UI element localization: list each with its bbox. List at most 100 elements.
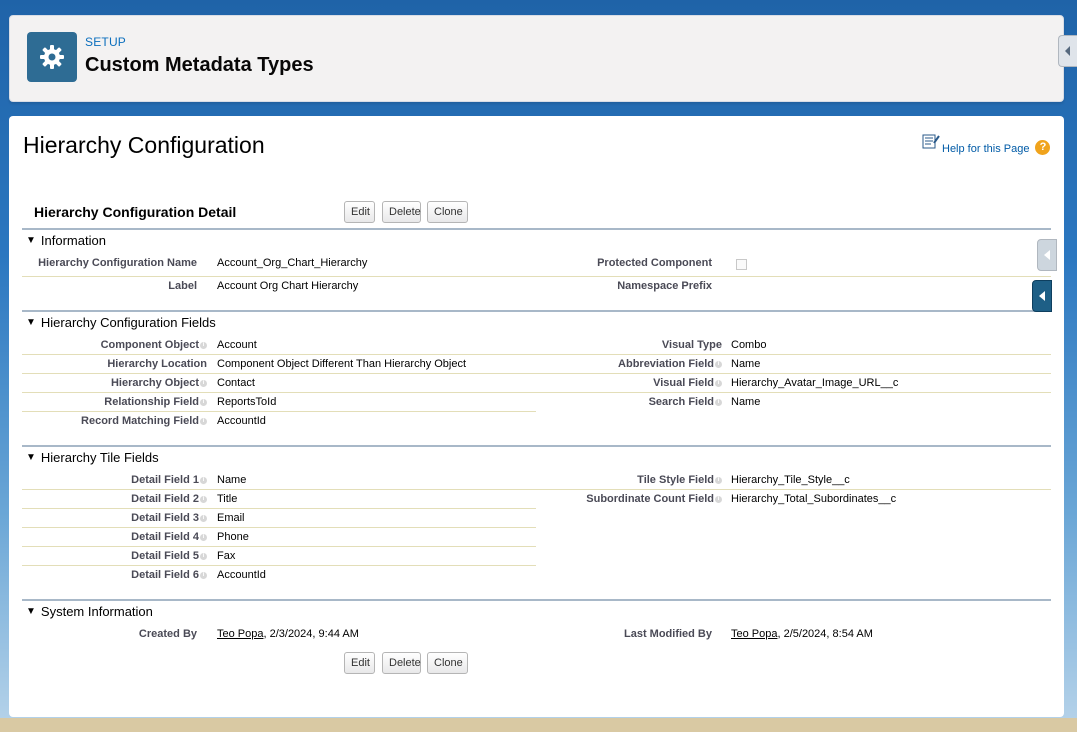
info-icon[interactable]: i (200, 341, 207, 349)
field-label: Search Field i (649, 396, 722, 408)
collapse-triangle-icon[interactable]: ▼ (26, 317, 36, 328)
field-label: Relationship Field i (104, 396, 207, 408)
field-label: Detail Field 1i (131, 474, 207, 486)
section-config-fields-header[interactable]: ▼ Hierarchy Configuration Fields (26, 315, 216, 330)
field-label: Detail Field 6i (131, 569, 207, 581)
gear-icon (27, 32, 77, 82)
field-label-text: Abbreviation Field (618, 358, 714, 370)
help-doc-icon (922, 134, 940, 155)
info-icon[interactable]: i (200, 379, 207, 387)
header-title: Custom Metadata Types (85, 54, 314, 76)
field-label-text: Detail Field 2 (131, 493, 199, 505)
created-date: , 2/3/2024, 9:44 AM (263, 628, 359, 640)
field-label: Protected Component (597, 257, 712, 269)
field-label: Hierarchy Location (107, 358, 207, 370)
field-label: Visual Field i (653, 377, 722, 389)
field-label-text: Relationship Field (104, 396, 199, 408)
info-icon[interactable]: i (200, 495, 207, 503)
info-icon[interactable]: i (715, 398, 722, 406)
detail-title: Hierarchy Configuration Detail (34, 204, 237, 220)
row-divider (536, 489, 1051, 490)
side-panel-toggle-top[interactable] (1058, 35, 1077, 67)
info-icon[interactable]: i (200, 417, 207, 425)
side-panel-toggle-light[interactable] (1037, 239, 1057, 271)
side-panel-toggle-dark[interactable] (1032, 280, 1052, 312)
info-icon[interactable]: i (715, 476, 722, 484)
info-icon[interactable]: i (200, 476, 207, 484)
field-label: Visual Type (662, 339, 722, 351)
info-icon[interactable]: i (200, 552, 207, 560)
delete-button[interactable]: Delete (382, 201, 421, 223)
field-value: Email (217, 512, 245, 524)
field-label-text: Search Field (648, 396, 714, 408)
field-value: Combo (731, 339, 767, 351)
field-label: Detail Field 4i (131, 531, 207, 543)
field-value: Title (217, 493, 238, 505)
field-label: Abbreviation Field i (618, 358, 722, 370)
row-divider (22, 392, 536, 393)
section-tile-fields-header[interactable]: ▼ Hierarchy Tile Fields (26, 450, 159, 465)
info-icon[interactable]: i (715, 379, 722, 387)
modified-date: , 2/5/2024, 8:54 AM (777, 628, 873, 640)
page-title: Hierarchy Configuration (23, 132, 265, 158)
row-divider (22, 508, 536, 509)
field-label: Detail Field 5i (131, 550, 207, 562)
clone-button-bottom[interactable]: Clone (427, 652, 468, 674)
section-divider (22, 228, 1051, 230)
field-value: Component Object Different Than Hierarch… (217, 358, 467, 370)
field-label: Hierarchy Object i (111, 377, 207, 389)
field-label: Subordinate Count Field i (586, 493, 722, 505)
field-value: Hierarchy_Avatar_Image_URL__c (731, 377, 899, 389)
info-icon[interactable]: i (200, 571, 207, 579)
row-divider (22, 411, 536, 412)
background-strip (0, 718, 1077, 732)
info-icon[interactable]: i (715, 495, 722, 503)
section-divider (22, 310, 1051, 312)
info-icon[interactable]: i (200, 398, 207, 406)
modified-by-user-link[interactable]: Teo Popa (731, 628, 777, 640)
row-divider (22, 565, 536, 566)
field-value: AccountId (217, 415, 266, 427)
field-label-text: Tile Style Field (637, 474, 714, 486)
clone-button[interactable]: Clone (427, 201, 468, 223)
info-icon[interactable]: i (200, 514, 207, 522)
row-divider (536, 354, 1051, 355)
setup-breadcrumb[interactable]: SETUP (85, 35, 126, 49)
section-config-fields-title: Hierarchy Configuration Fields (40, 315, 216, 330)
page-header: SETUP Custom Metadata Types (9, 15, 1064, 102)
row-divider (536, 392, 1051, 393)
info-icon[interactable]: i (715, 360, 722, 368)
field-value: Hierarchy_Tile_Style__c (731, 474, 850, 486)
row-divider (22, 354, 536, 355)
field-value: Contact (217, 377, 255, 389)
field-label-text: Record Matching Field (81, 415, 199, 427)
delete-button-bottom[interactable]: Delete (382, 652, 421, 674)
section-information-header[interactable]: ▼ Information (26, 233, 106, 248)
section-system-info-title: System Information (40, 604, 153, 619)
field-value: Phone (217, 531, 249, 543)
field-value: Hierarchy_Total_Subordinates__c (731, 493, 897, 505)
help-link-label[interactable]: Help for this Page (942, 143, 1029, 155)
field-label-text: Detail Field 4 (131, 531, 199, 543)
edit-button[interactable]: Edit (344, 201, 375, 223)
modified-by-value: Teo Popa, 2/5/2024, 8:54 AM (731, 628, 873, 640)
collapse-triangle-icon[interactable]: ▼ (26, 606, 36, 617)
field-label-text: Detail Field 5 (131, 550, 199, 562)
help-link[interactable]: Help for this Page ? (922, 134, 1051, 155)
info-icon[interactable]: i (200, 533, 207, 541)
field-value: Account_Org_Chart_Hierarchy (217, 257, 368, 269)
field-value: Name (217, 474, 247, 486)
created-by-user-link[interactable]: Teo Popa (217, 628, 263, 640)
row-divider (22, 276, 1051, 277)
field-value: Fax (217, 550, 236, 562)
section-system-info-header[interactable]: ▼ System Information (26, 604, 153, 619)
field-label: Component Object i (101, 339, 207, 351)
collapse-triangle-icon[interactable]: ▼ (26, 235, 36, 246)
help-question-icon[interactable]: ? (1035, 140, 1051, 155)
field-label-text: Detail Field 6 (131, 569, 199, 581)
edit-button-bottom[interactable]: Edit (344, 652, 375, 674)
field-label-text: Hierarchy Object (110, 377, 199, 389)
field-value: Account Org Chart Hierarchy (217, 280, 359, 292)
collapse-triangle-icon[interactable]: ▼ (26, 452, 36, 463)
protected-component-checkbox (736, 259, 747, 270)
